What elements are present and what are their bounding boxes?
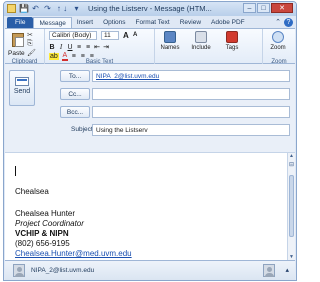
signature-email-link[interactable]: Chealsea.Hunter@med.uvm.edu — [15, 249, 132, 259]
quick-access-toolbar: 💾 ↶ ↷ ↑ ↓ ▾ — [7, 4, 81, 13]
to-recipient[interactable]: NIPA_2@list.uvm.edu — [96, 73, 159, 80]
bold-button[interactable]: B — [49, 44, 55, 51]
bcc-button[interactable]: Bcc... — [60, 106, 90, 118]
minimize-button[interactable]: – — [243, 3, 256, 13]
include-label: Include — [191, 45, 211, 51]
address-book-icon — [164, 31, 176, 43]
signature-phone: (802) 656-9195 — [15, 239, 70, 248]
outlook-message-window: 💾 ↶ ↷ ↑ ↓ ▾ Using the Listserv - Message… — [3, 1, 297, 281]
italic-button[interactable]: I — [58, 43, 64, 51]
contact-avatar-small[interactable] — [263, 264, 275, 277]
basic-text-group: Calibri (Body) 11 A A B I U ≡ ≡ ⇤ ⇥ ab A… — [45, 29, 155, 65]
include-button[interactable]: Include — [188, 31, 214, 51]
window-controls: – □ ✕ — [243, 3, 293, 13]
signature-title: Project Coordinator — [15, 219, 84, 228]
clipboard-group: Paste ✂ ⎘ 🖌 Clipboard — [5, 29, 45, 65]
font-name-select[interactable]: Calibri (Body) — [49, 31, 97, 40]
signature-org: VCHIP & NIPN — [15, 229, 69, 238]
send-button[interactable]: Send — [9, 70, 35, 106]
compose-header: Send To... NIPA_2@list.uvm.edu Cc... Bcc… — [5, 64, 295, 152]
contact-avatar[interactable] — [13, 264, 25, 277]
send-icon — [15, 77, 29, 86]
cc-field[interactable] — [92, 88, 290, 100]
subject-label: Subject: — [71, 126, 95, 133]
customize-qat-icon[interactable]: ▾ — [72, 4, 81, 13]
redo-icon[interactable]: ↷ — [43, 4, 52, 13]
minimize-ribbon-icon[interactable]: ⌃ — [275, 18, 281, 26]
up-down-arrows-icon[interactable]: ↑ ↓ — [55, 4, 69, 13]
scroll-up-icon[interactable]: ▲ — [288, 153, 295, 160]
title-bar: 💾 ↶ ↷ ↑ ↓ ▾ Using the Listserv - Message… — [4, 2, 296, 16]
body-scrollbar[interactable]: ▲ ⊟ ▼ — [287, 153, 295, 261]
paste-icon[interactable] — [10, 31, 26, 49]
to-field[interactable]: NIPA_2@list.uvm.edu — [92, 70, 290, 82]
ruler-icon[interactable]: ⊟ — [288, 162, 295, 169]
tab-format-text[interactable]: Format Text — [131, 17, 175, 28]
send-label: Send — [13, 88, 31, 95]
people-pane-contact[interactable]: NIPA_2@list.uvm.edu — [31, 267, 94, 274]
format-painter-icon[interactable]: 🖌 — [27, 49, 36, 57]
copy-icon[interactable]: ⎘ — [27, 40, 36, 48]
names-label: Names — [160, 45, 180, 51]
font-size-select[interactable]: 11 — [101, 31, 119, 40]
names-button[interactable]: Names — [159, 31, 181, 51]
help-icon[interactable]: ? — [284, 18, 293, 27]
scroll-thumb[interactable] — [289, 175, 294, 237]
decrease-indent-button[interactable]: ⇤ — [94, 43, 100, 51]
ribbon-tabs: File Message Insert Options Format Text … — [4, 17, 296, 28]
underline-button[interactable]: U — [67, 44, 73, 51]
cc-button[interactable]: Cc... — [60, 88, 90, 100]
cut-icon[interactable]: ✂ — [27, 31, 36, 39]
attach-file-icon — [195, 31, 207, 43]
people-pane: NIPA_2@list.uvm.edu ▴ — [5, 260, 295, 280]
signature-name: Chealsea Hunter — [15, 209, 76, 218]
magnifier-icon — [272, 31, 284, 43]
message-body[interactable]: Chealsea Chealsea Hunter Project Coordin… — [5, 152, 295, 261]
numbering-button[interactable]: ≡ — [85, 44, 91, 51]
close-button[interactable]: ✕ — [271, 3, 293, 13]
expand-people-pane-icon[interactable]: ▴ — [285, 266, 289, 274]
save-icon[interactable]: 💾 — [19, 4, 29, 13]
zoom-button[interactable]: Zoom — [267, 31, 289, 51]
text-cursor — [15, 166, 16, 176]
tab-message[interactable]: Message — [33, 17, 72, 28]
zoom-group: Zoom Zoom — [263, 29, 295, 65]
tags-button[interactable]: Tags — [221, 31, 243, 51]
tab-insert[interactable]: Insert — [72, 17, 98, 28]
tab-adobe-pdf[interactable]: Adobe PDF — [206, 17, 250, 28]
subject-field[interactable]: Using the Listserv — [92, 124, 290, 136]
to-button[interactable]: To... — [60, 70, 90, 82]
maximize-button[interactable]: □ — [257, 3, 270, 13]
tab-options[interactable]: Options — [98, 17, 130, 28]
bcc-field[interactable] — [92, 106, 290, 118]
names-include-tags-group: Names Include Tags — [155, 29, 263, 65]
increase-indent-button[interactable]: ⇥ — [103, 43, 109, 51]
shrink-font-button[interactable]: A — [133, 32, 137, 38]
flag-icon — [226, 31, 238, 43]
tab-file[interactable]: File — [7, 17, 34, 28]
bullets-button[interactable]: ≡ — [76, 44, 82, 51]
tags-label: Tags — [225, 45, 239, 51]
paste-button[interactable]: Paste — [8, 50, 25, 57]
tab-review[interactable]: Review — [175, 17, 206, 28]
grow-font-button[interactable]: A — [123, 31, 129, 40]
outlook-app-icon[interactable] — [7, 4, 16, 13]
zoom-label: Zoom — [270, 45, 286, 51]
undo-icon[interactable]: ↶ — [31, 4, 40, 13]
ribbon: Paste ✂ ⎘ 🖌 Clipboard Calibri (Body) 11 … — [5, 28, 295, 65]
greeting: Chealsea — [15, 187, 49, 196]
window-title: Using the Listserv - Message (HTM... — [88, 4, 212, 13]
